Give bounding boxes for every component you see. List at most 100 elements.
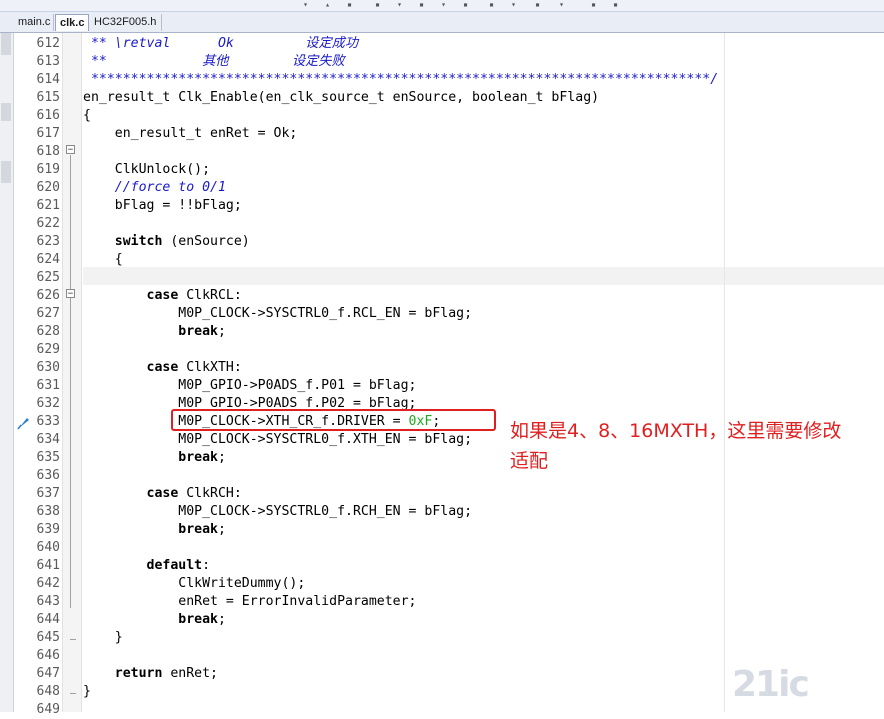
code-token: enRet; (162, 666, 218, 681)
code-line[interactable]: break; (83, 611, 226, 629)
scroll-thumb[interactable] (1, 103, 11, 121)
toolbar-button-icon[interactable]: ▴ (322, 1, 333, 9)
code-token: bFlag = !!bFlag; (83, 198, 242, 213)
code-line[interactable]: M0P_CLOCK->SYSCTRL0_f.XTH_EN = bFlag; (83, 431, 472, 449)
code-token: ClkRCH: (178, 486, 242, 501)
code-line[interactable]: ** 其他 设定失败 (83, 53, 345, 71)
code-token: en_result_t Clk_Enable(en_clk_source_t e… (83, 90, 600, 105)
line-number: 639 (36, 522, 60, 537)
code-line[interactable]: break; (83, 449, 226, 467)
fold-margin: − − (62, 33, 82, 712)
code-line[interactable]: enRet = ErrorInvalidParameter; (83, 593, 416, 611)
comment-token: ** \retval Ok 设定成功 (83, 36, 359, 51)
keyword-token: break (178, 324, 218, 339)
code-token: ; (217, 450, 226, 465)
site-watermark-logo: 21ic (732, 660, 882, 710)
toolbar-button-icon[interactable]: ▪ (588, 1, 599, 9)
code-line[interactable]: ClkWriteDummy(); (83, 575, 305, 593)
tab-main-c[interactable]: main.c (14, 14, 54, 31)
code-line[interactable]: en_result_t enRet = Ok; (83, 125, 298, 143)
line-number: 645 (36, 630, 60, 645)
keyword-token: case (146, 288, 179, 303)
line-number: 614 (36, 72, 60, 87)
code-line[interactable]: case ClkXTH: (83, 359, 242, 377)
fold-end-mark (70, 639, 76, 640)
code-line[interactable]: default: (83, 557, 211, 575)
code-line[interactable]: case ClkRCH: (83, 485, 242, 503)
code-line[interactable]: break; (83, 521, 226, 539)
toolbar-button-icon[interactable]: ▪ (532, 1, 543, 9)
line-number: 622 (36, 216, 60, 231)
line-number-gutter: 612 613 614 615 616 617 618 619 620 621 622 623 624 6… (14, 33, 62, 717)
toolbar-button-icon[interactable]: ▾ (438, 1, 449, 9)
line-number: 646 (36, 648, 60, 663)
code-token: ; (217, 324, 226, 339)
code-token: ClkXTH: (178, 360, 242, 375)
tab-hc32f005-h[interactable]: HC32F005.h (90, 14, 162, 31)
line-number: 620 (36, 180, 60, 195)
keyword-token: case (146, 486, 179, 501)
code-line[interactable]: { (83, 107, 91, 125)
line-number: 648 (36, 684, 60, 699)
keyword-token: switch (114, 234, 163, 249)
toolbar-button-icon[interactable]: ▪ (344, 1, 355, 9)
toolbar-button-icon[interactable]: ▪ (416, 1, 427, 9)
annotation-note: 如果是4、8、16MXTH，这里需要修改 适配 (510, 416, 882, 476)
code-line[interactable]: M0P_GPIO->P0ADS_f.P01 = bFlag; (83, 377, 416, 395)
code-token: ; (217, 522, 226, 537)
code-token: M0P_CLOCK->SYSCTRL0_f.RCL_EN = bFlag; (83, 306, 473, 321)
code-line[interactable]: bFlag = !!bFlag; (83, 197, 242, 215)
code-line[interactable]: break; (83, 323, 226, 341)
line-number: 636 (36, 468, 60, 483)
left-panel-scrollbar[interactable] (0, 33, 14, 712)
line-number: 640 (36, 540, 60, 555)
code-line[interactable]: { (83, 251, 123, 269)
tab-clk-c[interactable]: clk.c (55, 14, 89, 31)
code-line[interactable]: switch (enSource) (83, 233, 250, 251)
code-line[interactable]: M0P_CLOCK->SYSCTRL0_f.RCL_EN = bFlag; (83, 305, 472, 323)
toolbar-button-icon[interactable]: ▾ (508, 1, 519, 9)
toolbar: ▾ ▴ ▪ ▪ ▾ ▪ ▾ ▪ ▪ ▾ ▪ ▾ ▪ ▪ (0, 0, 884, 12)
line-number: 635 (36, 450, 60, 465)
watermark-text: 21ic (732, 664, 810, 705)
annotation-line-1: 如果是4、8、16MXTH，这里需要修改 (510, 420, 842, 442)
fold-minus-icon[interactable]: − (66, 289, 75, 299)
code-line[interactable]: //force to 0/1 (83, 179, 226, 197)
code-token: ClkWriteDummy(); (83, 576, 306, 591)
line-number: 613 (36, 54, 60, 69)
fold-minus-icon[interactable]: − (66, 145, 75, 155)
code-line[interactable]: ** \retval Ok 设定成功 (83, 35, 358, 53)
code-line[interactable]: case ClkRCL: (83, 287, 242, 305)
line-number: 617 (36, 126, 60, 141)
line-number: 612 (36, 36, 60, 51)
code-editor[interactable]: ** \retval Ok 设定成功 ** 其他 设定失败 **********… (83, 33, 884, 712)
line-number: 627 (36, 306, 60, 321)
scroll-thumb[interactable] (1, 161, 11, 183)
toolbar-button-icon[interactable]: ▪ (610, 1, 621, 9)
toolbar-button-icon[interactable]: ▪ (486, 1, 497, 9)
code-line[interactable]: en_result_t Clk_Enable(en_clk_source_t e… (83, 89, 599, 107)
code-token: } (83, 630, 123, 645)
code-line[interactable]: } (83, 629, 123, 647)
toolbar-button-icon[interactable]: ▾ (556, 1, 567, 9)
comment-token: //force to 0/1 (83, 180, 226, 195)
code-token: M0P_CLOCK->SYSCTRL0_f.RCH_EN = bFlag; (83, 504, 473, 519)
toolbar-button-icon[interactable]: ▾ (300, 1, 311, 9)
toolbar-button-icon[interactable]: ▪ (372, 1, 383, 9)
code-line[interactable]: return enRet; (83, 665, 218, 683)
code-line[interactable]: ClkUnlock(); (83, 161, 210, 179)
toolbar-button-icon[interactable]: ▪ (460, 1, 471, 9)
scroll-thumb[interactable] (1, 33, 11, 55)
line-number: 644 (36, 612, 60, 627)
toolbar-button-icon[interactable]: ▾ (394, 1, 405, 9)
code-line[interactable]: } (83, 683, 91, 701)
code-line[interactable]: M0P_CLOCK->SYSCTRL0_f.RCH_EN = bFlag; (83, 503, 472, 521)
code-line[interactable]: ****************************************… (83, 71, 718, 89)
line-number: 630 (36, 360, 60, 375)
